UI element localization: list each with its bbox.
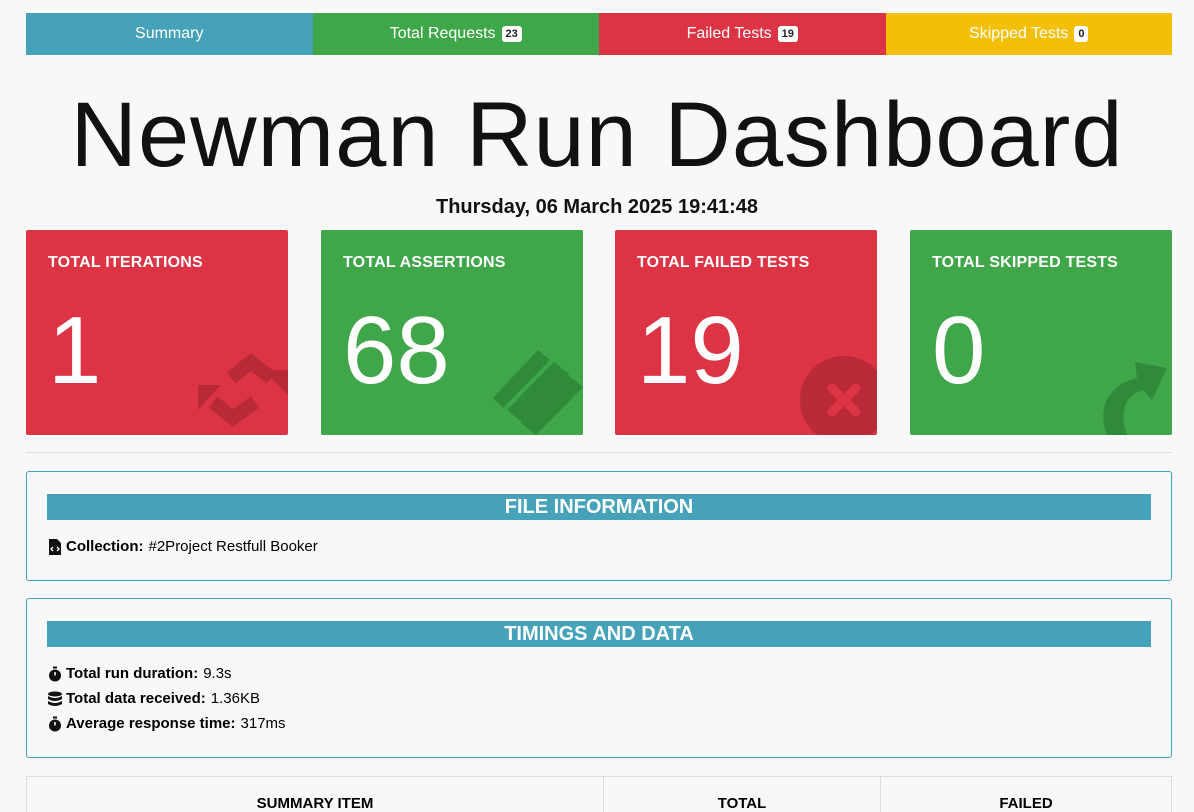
total-requests-badge: 23 [501, 26, 522, 42]
tab-summary[interactable]: Summary [26, 13, 313, 55]
tab-summary-label: Summary [135, 25, 204, 42]
card-total-assertions: TOTAL ASSERTIONS 68 [321, 230, 583, 435]
list-icon [493, 350, 583, 435]
tab-skipped-tests[interactable]: Skipped Tests 0 [885, 13, 1172, 55]
collection-line: Collection: #2Project Restfull Booker [47, 534, 1171, 559]
share-arrow-icon [1103, 362, 1167, 435]
duration-value: 9.3s [203, 665, 232, 682]
skipped-tests-badge: 0 [1074, 26, 1089, 42]
tab-total-requests[interactable]: Total Requests 23 [312, 13, 599, 55]
page-title: Newman Run Dashboard [70, 84, 1124, 186]
collection-value: #2Project Restfull Booker [148, 538, 318, 555]
file-information-header: FILE INFORMATION [47, 494, 1151, 520]
card-total-iterations: TOTAL ITERATIONS 1 [26, 230, 288, 435]
collection-label: Collection: [66, 538, 144, 555]
tab-skipped-tests-label: Skipped Tests [969, 25, 1069, 42]
tab-failed-tests[interactable]: Failed Tests 19 [599, 13, 886, 55]
card-total-skipped-tests: TOTAL SKIPPED TESTS 0 [910, 230, 1172, 435]
timings-panel: TIMINGS AND DATA Total run duration: 9.3… [26, 598, 1172, 758]
table-header-failed: FAILED [999, 795, 1053, 812]
card-total-failed-tests: TOTAL FAILED TESTS 19 [615, 230, 877, 435]
section-divider [26, 452, 1172, 453]
sync-icon [198, 353, 288, 427]
data-received-label: Total data received: [66, 690, 206, 707]
avg-response-label: Average response time: [66, 715, 236, 732]
summary-table-header: SUMMARY ITEM TOTAL FAILED [26, 776, 1172, 812]
data-received-line: Total data received: 1.36KB [47, 686, 1171, 711]
stopwatch-icon [49, 716, 61, 731]
card-label: TOTAL FAILED TESTS [637, 254, 810, 271]
timings-header: TIMINGS AND DATA [47, 621, 1151, 647]
card-value: 19 [637, 297, 744, 404]
file-code-icon [49, 538, 61, 555]
card-label: TOTAL ASSERTIONS [343, 254, 506, 271]
card-value: 0 [932, 297, 986, 404]
card-value: 1 [48, 297, 102, 404]
card-value: 68 [343, 297, 450, 404]
failed-tests-badge: 19 [777, 26, 798, 42]
table-header-total: TOTAL [604, 777, 881, 812]
data-received-value: 1.36KB [210, 690, 260, 707]
card-label: TOTAL ITERATIONS [48, 254, 203, 271]
times-circle-icon [800, 356, 877, 435]
top-tab-bar: Summary Total Requests 23 Failed Tests 1… [26, 13, 1172, 55]
avg-response-line: Average response time: 317ms [47, 711, 1171, 736]
tab-total-requests-label: Total Requests [389, 25, 496, 42]
run-datetime: Thursday, 06 March 2025 19:41:48 [435, 196, 759, 218]
duration-label: Total run duration: [66, 665, 199, 682]
file-information-panel: FILE INFORMATION Collection: #2Project R… [26, 471, 1172, 581]
stopwatch-icon [49, 666, 61, 681]
database-icon [48, 691, 62, 706]
card-label: TOTAL SKIPPED TESTS [932, 254, 1119, 271]
tab-failed-tests-label: Failed Tests [686, 25, 772, 42]
table-header-summary-item: SUMMARY ITEM [27, 777, 604, 812]
avg-response-value: 317ms [240, 715, 286, 732]
run-duration-line: Total run duration: 9.3s [47, 661, 1171, 686]
